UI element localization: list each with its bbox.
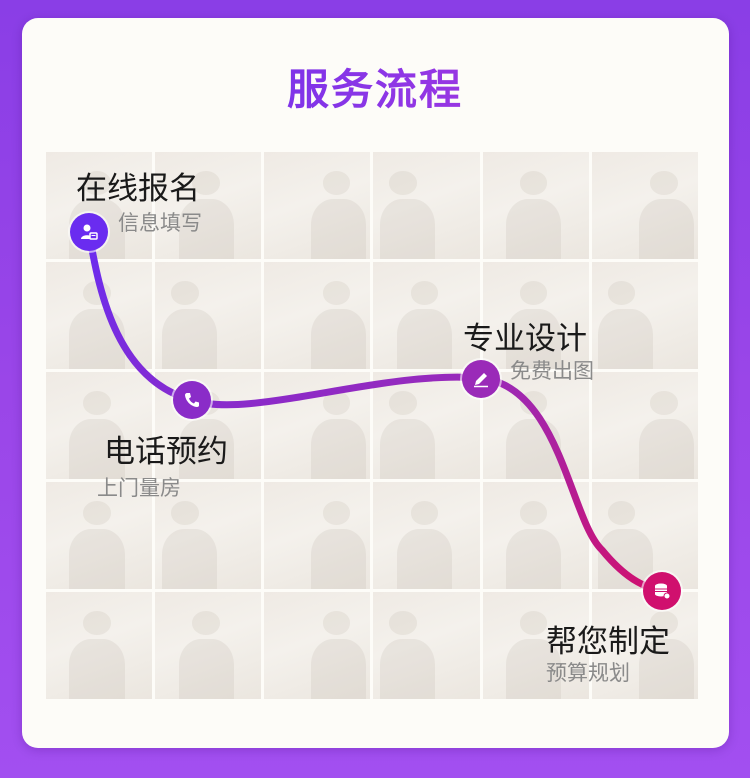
user-form-icon: [81, 224, 98, 240]
process-curve: [85, 228, 666, 594]
process-path: [85, 228, 666, 594]
step-node-3: [462, 360, 500, 398]
step-node-4: [643, 572, 681, 610]
step-title-2: 电话预约: [104, 434, 228, 470]
phone-icon: [185, 393, 199, 407]
step-subtitle-4: 预算规划: [546, 661, 630, 685]
step-title-3: 专业设计: [463, 321, 587, 357]
step-subtitle-3: 免费出图: [510, 359, 594, 383]
step-node-2: [173, 381, 211, 419]
step-title-4: 帮您制定: [546, 624, 670, 660]
step-node-1: [70, 213, 108, 251]
pencil-icon: [474, 373, 488, 388]
step-subtitle-1: 信息填写: [118, 211, 202, 235]
step-subtitle-2: 上门量房: [97, 476, 181, 500]
coins-icon: [655, 583, 671, 600]
step-title-1: 在线报名: [76, 171, 200, 207]
